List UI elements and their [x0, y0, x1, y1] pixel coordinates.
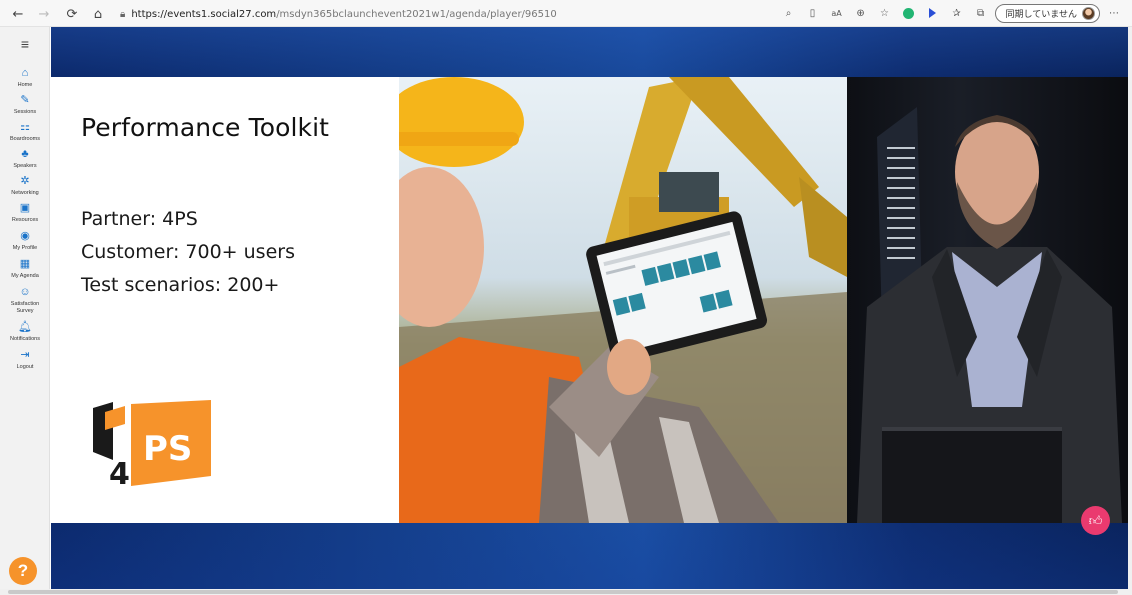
sidebar-item-my-profile[interactable]: ◉ My Profile	[0, 230, 50, 252]
forward-button[interactable]: →	[32, 3, 56, 25]
sync-status-label: 同期していません	[1005, 9, 1077, 20]
lock-icon: 🔒︎	[120, 8, 126, 20]
address-bar[interactable]: 🔒︎ https://events1.social27.com/msdyn365…	[120, 5, 557, 23]
logo-letters: PS	[143, 429, 192, 469]
sidebar-item-label: My Profile	[12, 245, 38, 251]
sync-status-button[interactable]: 同期していません	[994, 3, 1100, 23]
slide-line-test-scenarios: Test scenarios: 200+	[81, 274, 280, 296]
thumbs-up-icon: 👍︎	[1088, 512, 1103, 528]
presenter-illustration	[857, 107, 1122, 523]
boardroom-icon: ⚏	[20, 121, 30, 133]
sidebar-item-networking[interactable]: ✲ Networking	[0, 175, 50, 197]
slide-panel: Performance Toolkit Partner: 4PS Custome…	[51, 77, 399, 523]
sidebar-item-boardrooms[interactable]: ⚏ Boardrooms	[0, 121, 50, 143]
sidebar-item-label: Boardrooms	[10, 136, 40, 142]
speakers-icon: ♣	[21, 148, 29, 160]
slide-photo-construction-worker	[399, 77, 847, 523]
sidebar-item-label: My Agenda	[11, 273, 39, 279]
browser-toolbar: ← → ⟳ ⌂ 🔒︎ https://events1.social27.com /…	[0, 0, 1132, 27]
sidebar-item-label: Satisfaction Survey	[10, 301, 40, 314]
sidebar-item-resources[interactable]: ▣ Resources	[0, 202, 50, 224]
home-button[interactable]: ⌂	[86, 3, 110, 25]
sidebar-item-satisfaction-survey[interactable]: ☺ Satisfaction Survey	[0, 286, 50, 314]
scrollbar-thumb[interactable]	[8, 590, 1118, 594]
sidebar-item-label: Home	[17, 82, 33, 88]
calendar-icon: ▦	[19, 258, 31, 270]
sidebar-item-notifications[interactable]: 🔔︎ Notifications	[0, 321, 50, 343]
sidebar-item-label: Notifications	[10, 336, 40, 342]
back-button[interactable]: ←	[6, 3, 30, 25]
help-button[interactable]: ?	[9, 557, 37, 585]
url-host: https://events1.social27.com	[131, 8, 277, 20]
sidebar: ≡ ⌂ Home ✎ Sessions ⚏ Boardrooms ♣ Speak…	[0, 27, 50, 595]
search-icon[interactable]: ⌕	[779, 3, 799, 23]
horizontal-scrollbar[interactable]	[0, 589, 1132, 595]
extension-green-icon[interactable]	[899, 3, 919, 23]
pencil-icon: ✎	[20, 94, 30, 106]
slide-title: Performance Toolkit	[81, 113, 330, 142]
sidebar-item-speakers[interactable]: ♣ Speakers	[0, 148, 50, 170]
sidebar-item-label: Networking	[11, 190, 39, 196]
construction-photo-illustration	[399, 77, 847, 523]
zoom-icon[interactable]: ⊕	[851, 3, 871, 23]
resources-icon: ▣	[19, 202, 31, 214]
video-player[interactable]: Performance Toolkit Partner: 4PS Custome…	[51, 27, 1128, 589]
networking-icon: ✲	[20, 175, 30, 187]
extension-blue-icon[interactable]	[923, 3, 943, 23]
sidebar-item-label: Logout	[16, 364, 34, 370]
url-path: /msdyn365bclaunchevent2021w1/agenda/play…	[276, 8, 557, 20]
reload-button[interactable]: ⟳	[60, 3, 84, 25]
favorites-icon[interactable]: ✰	[947, 3, 967, 23]
slide-line-partner: Partner: 4PS	[81, 208, 198, 230]
sidebar-item-label: Speakers	[13, 163, 37, 169]
sidebar-item-home[interactable]: ⌂ Home	[0, 67, 50, 89]
toolbar-icons: ⌕ ▯ aA ⊕ ☆ ✰ ⧉ 同期していません ⋯	[779, 3, 1124, 23]
favorite-add-icon[interactable]: ☆	[875, 3, 895, 23]
more-options-icon[interactable]: ⋯	[1104, 3, 1124, 23]
home-icon: ⌂	[21, 67, 29, 79]
sidebar-item-logout[interactable]: ⇥ Logout	[0, 349, 50, 371]
slide-line-customer: Customer: 700+ users	[81, 241, 295, 263]
presenter-video	[847, 77, 1128, 523]
logo-number: 4	[109, 457, 130, 490]
sidebar-item-label: Resources	[11, 217, 39, 223]
collections-icon[interactable]: ⧉	[971, 3, 991, 23]
hamburger-menu-icon[interactable]: ≡	[16, 37, 34, 51]
sidebar-item-label: Sessions	[13, 109, 37, 115]
like-button[interactable]: 👍︎	[1081, 506, 1110, 535]
profile-avatar	[1082, 6, 1095, 20]
sidebar-item-sessions[interactable]: ✎ Sessions	[0, 94, 50, 116]
bell-icon: 🔔︎	[18, 321, 32, 333]
profile-icon: ◉	[20, 230, 30, 242]
survey-icon: ☺	[19, 286, 31, 298]
read-aloud-icon[interactable]: aA	[827, 3, 847, 23]
logout-icon: ⇥	[20, 349, 30, 361]
vertical-scrollbar[interactable]	[1128, 27, 1132, 589]
stage-background-bottom	[51, 522, 1128, 589]
sidebar-item-my-agenda[interactable]: ▦ My Agenda	[0, 258, 50, 280]
4ps-logo: 4 PS	[93, 400, 211, 490]
reader-view-icon[interactable]: ▯	[803, 3, 823, 23]
stage-background-top	[51, 27, 1128, 77]
